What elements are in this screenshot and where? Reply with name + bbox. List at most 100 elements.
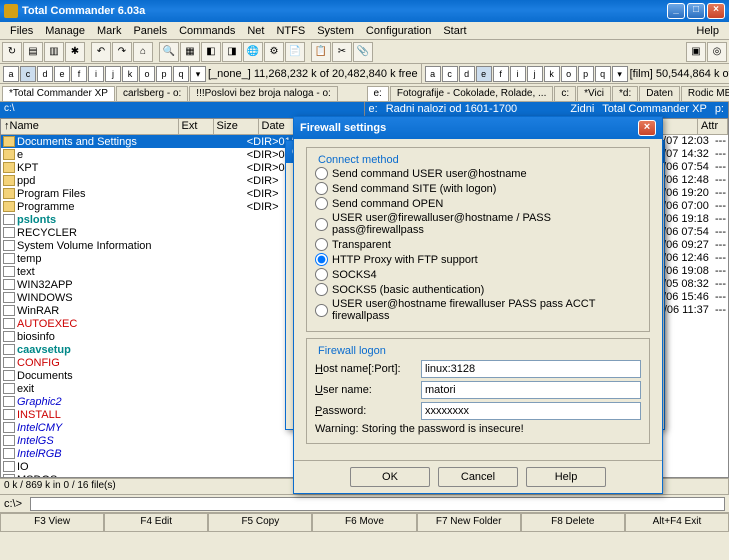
- menu-item[interactable]: Manage: [39, 25, 91, 37]
- tb-icon[interactable]: 📎: [353, 42, 373, 62]
- drive-button[interactable]: a: [3, 66, 19, 82]
- menu-item[interactable]: Configuration: [360, 25, 437, 37]
- drive-button[interactable]: i: [88, 66, 104, 82]
- path-right[interactable]: e:: [369, 103, 378, 117]
- tb-icon[interactable]: ▥: [44, 42, 64, 62]
- drive-button[interactable]: o: [561, 66, 577, 82]
- cancel-button[interactable]: Cancel: [438, 467, 518, 487]
- menu-item[interactable]: System: [311, 25, 360, 37]
- col-ext[interactable]: Ext: [179, 119, 214, 134]
- drive-button[interactable]: a: [425, 66, 441, 82]
- tb-icon[interactable]: ◧: [201, 42, 221, 62]
- tb-ftp-icon[interactable]: 🌐: [243, 42, 263, 62]
- drive-button[interactable]: q: [173, 66, 189, 82]
- panel-tab[interactable]: carlsberg - o:: [116, 86, 188, 101]
- f4-edit[interactable]: F4 Edit: [104, 513, 208, 532]
- connect-method-option[interactable]: USER user@hostname firewalluser PASS pas…: [315, 297, 641, 323]
- tb-icon[interactable]: 📄: [285, 42, 305, 62]
- drive-button[interactable]: j: [527, 66, 543, 82]
- drive-button[interactable]: p: [578, 66, 594, 82]
- tb-icon[interactable]: ◎: [707, 42, 727, 62]
- drive-button[interactable]: d: [459, 66, 475, 82]
- f3-view[interactable]: F3 View: [0, 513, 104, 532]
- drive-button[interactable]: c: [442, 66, 458, 82]
- tb-icon[interactable]: ▣: [686, 42, 706, 62]
- connect-method-option[interactable]: SOCKS4: [315, 267, 641, 282]
- drive-button[interactable]: k: [122, 66, 138, 82]
- radio-input[interactable]: [315, 253, 328, 266]
- close-icon[interactable]: ×: [638, 120, 656, 136]
- panel-tab[interactable]: Rodic MB - Ruckice: [681, 86, 729, 101]
- drive-button[interactable]: o: [139, 66, 155, 82]
- drive-button[interactable]: f: [71, 66, 87, 82]
- tb-icon[interactable]: ⚙: [264, 42, 284, 62]
- connect-method-option[interactable]: SOCKS5 (basic authentication): [315, 282, 641, 297]
- panel-tab[interactable]: *Total Commander XP: [2, 86, 115, 101]
- menu-item[interactable]: Net: [241, 25, 270, 37]
- tb-refresh-icon[interactable]: ↻: [2, 42, 22, 62]
- tb-icon[interactable]: ▤: [23, 42, 43, 62]
- panel-tab[interactable]: Daten: [639, 86, 680, 101]
- drive-button[interactable]: e: [54, 66, 70, 82]
- tb-icon[interactable]: ◨: [222, 42, 242, 62]
- password-input[interactable]: [421, 402, 641, 420]
- drive-button[interactable]: f: [493, 66, 509, 82]
- panel-tab[interactable]: e:: [367, 86, 389, 101]
- help-button[interactable]: Help: [526, 467, 606, 487]
- radio-input[interactable]: [315, 218, 328, 231]
- drive-dropdown-icon[interactable]: ▾: [612, 66, 628, 82]
- menu-item[interactable]: Start: [437, 25, 472, 37]
- tb-icon[interactable]: ⌂: [133, 42, 153, 62]
- menu-item[interactable]: NTFS: [270, 25, 311, 37]
- drive-button[interactable]: k: [544, 66, 560, 82]
- connect-method-option[interactable]: Send command OPEN: [315, 196, 641, 211]
- tb-icon[interactable]: ✱: [65, 42, 85, 62]
- connect-method-option[interactable]: Transparent: [315, 237, 641, 252]
- menu-item[interactable]: Panels: [127, 25, 173, 37]
- connect-method-option[interactable]: Send command USER user@hostname: [315, 166, 641, 181]
- menu-item[interactable]: Files: [4, 25, 39, 37]
- host-input[interactable]: [421, 360, 641, 378]
- drive-dropdown-icon[interactable]: ▾: [190, 66, 206, 82]
- maximize-button[interactable]: □: [687, 3, 705, 19]
- command-input[interactable]: [30, 497, 725, 511]
- f8-delete[interactable]: F8 Delete: [521, 513, 625, 532]
- panel-tab[interactable]: c:: [554, 86, 576, 101]
- radio-input[interactable]: [315, 182, 328, 195]
- user-input[interactable]: [421, 381, 641, 399]
- radio-input[interactable]: [315, 283, 328, 296]
- col-size[interactable]: Size: [214, 119, 259, 134]
- connect-method-option[interactable]: HTTP Proxy with FTP support: [315, 252, 641, 267]
- panel-tab[interactable]: *d:: [612, 86, 638, 101]
- drive-button[interactable]: p: [156, 66, 172, 82]
- tb-icon[interactable]: ▦: [180, 42, 200, 62]
- f5-copy[interactable]: F5 Copy: [208, 513, 312, 532]
- minimize-button[interactable]: _: [667, 3, 685, 19]
- ok-button[interactable]: OK: [350, 467, 430, 487]
- radio-input[interactable]: [315, 238, 328, 251]
- panel-tab[interactable]: Fotografije - Cokolade, Rolade, ...: [390, 86, 554, 101]
- tb-icon[interactable]: ↷: [112, 42, 132, 62]
- radio-input[interactable]: [315, 167, 328, 180]
- panel-tab[interactable]: *Vici: [577, 86, 611, 101]
- f6-move[interactable]: F6 Move: [312, 513, 416, 532]
- drive-button[interactable]: e: [476, 66, 492, 82]
- radio-input[interactable]: [315, 304, 328, 317]
- tb-icon[interactable]: ✂: [332, 42, 352, 62]
- altf4-exit[interactable]: Alt+F4 Exit: [625, 513, 729, 532]
- f7-newfolder[interactable]: F7 New Folder: [417, 513, 521, 532]
- tb-icon[interactable]: 📋: [311, 42, 331, 62]
- radio-input[interactable]: [315, 268, 328, 281]
- col-name[interactable]: ↑Name: [1, 119, 179, 134]
- drive-button[interactable]: c: [20, 66, 36, 82]
- connect-method-option[interactable]: USER user@firewalluser@hostname / PASS p…: [315, 211, 641, 237]
- menu-item[interactable]: Mark: [91, 25, 127, 37]
- drive-button[interactable]: q: [595, 66, 611, 82]
- menu-item[interactable]: Commands: [173, 25, 241, 37]
- col-attr[interactable]: Attr: [698, 119, 728, 134]
- connect-method-option[interactable]: Send command SITE (with logon): [315, 181, 641, 196]
- tb-icon[interactable]: ↶: [91, 42, 111, 62]
- panel-tab[interactable]: !!!Poslovi bez broja naloga - o:: [189, 86, 338, 101]
- drive-button[interactable]: j: [105, 66, 121, 82]
- radio-input[interactable]: [315, 197, 328, 210]
